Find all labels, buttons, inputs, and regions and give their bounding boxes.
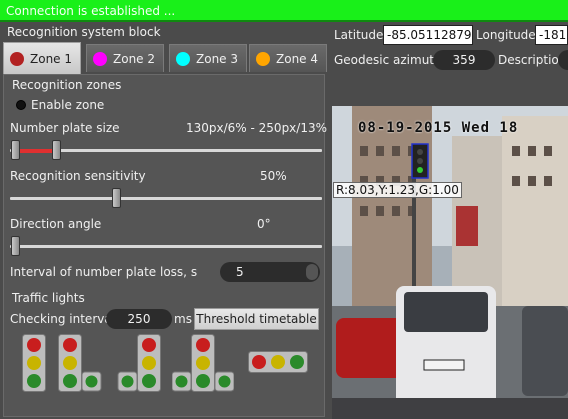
- zone-3-color-dot: [176, 51, 190, 66]
- loss-interval-label: Interval of number plate loss, s: [10, 265, 198, 279]
- plate-size-label: Number plate size: [10, 121, 120, 135]
- street-scene-image: [332, 106, 568, 419]
- camera-panel: Latitude -85.051128790 Longitude -181.0 …: [330, 22, 568, 419]
- description-input[interactable]: [558, 50, 568, 70]
- sensitivity-slider[interactable]: [10, 197, 322, 200]
- video-timestamp: 08-19-2015 Wed 18: [358, 120, 519, 136]
- description-label: Description: [498, 53, 567, 67]
- block-title: Recognition system block: [7, 25, 161, 39]
- plate-size-min-handle[interactable]: [11, 140, 20, 160]
- camera-video-feed[interactable]: 08-19-2015 Wed 18 R:8.03,Y:1.23,G:1.00: [332, 106, 568, 419]
- traffic-lights-title: Traffic lights: [12, 291, 85, 305]
- threshold-timetable-button[interactable]: Threshold timetable: [194, 308, 319, 330]
- enable-zone-row[interactable]: Enable zone: [16, 98, 104, 112]
- vertical-traffic-light-icon[interactable]: [22, 334, 46, 392]
- checking-interval-input[interactable]: 250: [106, 309, 172, 329]
- loss-interval-value: 5: [236, 265, 244, 279]
- longitude-field[interactable]: -181.0: [535, 25, 568, 45]
- sensitivity-value: 50%: [260, 169, 287, 183]
- tab-zone-1[interactable]: Zone 1: [3, 42, 81, 74]
- enable-zone-label: Enable zone: [31, 98, 105, 112]
- traffic-light-both-arrows-icon[interactable]: [172, 334, 234, 392]
- latitude-field[interactable]: -85.051128790: [383, 25, 473, 45]
- recognition-zones-title: Recognition zones: [12, 78, 122, 92]
- tab-zone-2[interactable]: Zone 2: [86, 44, 164, 72]
- geodesic-azimuth-input[interactable]: 359: [433, 50, 495, 70]
- zone-1-color-dot: [10, 51, 24, 66]
- loss-interval-spinbox[interactable]: 5: [220, 262, 320, 282]
- connection-status-bar: Connection is established ...: [0, 0, 568, 22]
- direction-angle-handle[interactable]: [11, 236, 20, 256]
- recognition-block: Recognition system block Zone 1 Zone 2 Z…: [0, 22, 330, 419]
- zone-settings-panel: Recognition zones Enable zone Number pla…: [3, 74, 327, 417]
- tab-label: Zone 2: [113, 51, 155, 66]
- horizontal-traffic-light-icon[interactable]: [248, 351, 308, 373]
- longitude-label: Longitude: [476, 28, 536, 42]
- spin-arrows-icon[interactable]: [306, 264, 318, 280]
- tab-label: Zone 4: [276, 51, 318, 66]
- sensitivity-label: Recognition sensitivity: [10, 169, 146, 183]
- geodesic-azimuth-label: Geodesic azimuth: [334, 53, 442, 67]
- tab-label: Zone 1: [30, 51, 72, 66]
- traffic-light-right-arrow-icon[interactable]: [58, 334, 102, 392]
- plate-size-value: 130px/6% - 250px/13%: [186, 121, 327, 135]
- tab-zone-4[interactable]: Zone 4: [249, 44, 327, 72]
- plate-size-max-handle[interactable]: [52, 140, 61, 160]
- traffic-light-rgb-readout: R:8.03,Y:1.23,G:1.00: [333, 182, 462, 198]
- checking-interval-unit: ms: [174, 312, 192, 326]
- checking-interval-label: Checking interval: [10, 312, 116, 326]
- latitude-label: Latitude: [334, 28, 384, 42]
- direction-angle-value: 0°: [257, 217, 271, 231]
- direction-angle-slider[interactable]: [10, 245, 322, 248]
- zone-4-color-dot: [256, 51, 270, 66]
- direction-angle-label: Direction angle: [10, 217, 102, 231]
- plate-size-range-fill: [18, 149, 54, 153]
- traffic-light-left-arrow-icon[interactable]: [117, 334, 161, 392]
- tab-label: Zone 3: [196, 51, 238, 66]
- sensitivity-handle[interactable]: [112, 188, 121, 208]
- enable-zone-checkbox[interactable]: [16, 100, 26, 110]
- zone-2-color-dot: [93, 51, 107, 66]
- tab-zone-3[interactable]: Zone 3: [169, 44, 247, 72]
